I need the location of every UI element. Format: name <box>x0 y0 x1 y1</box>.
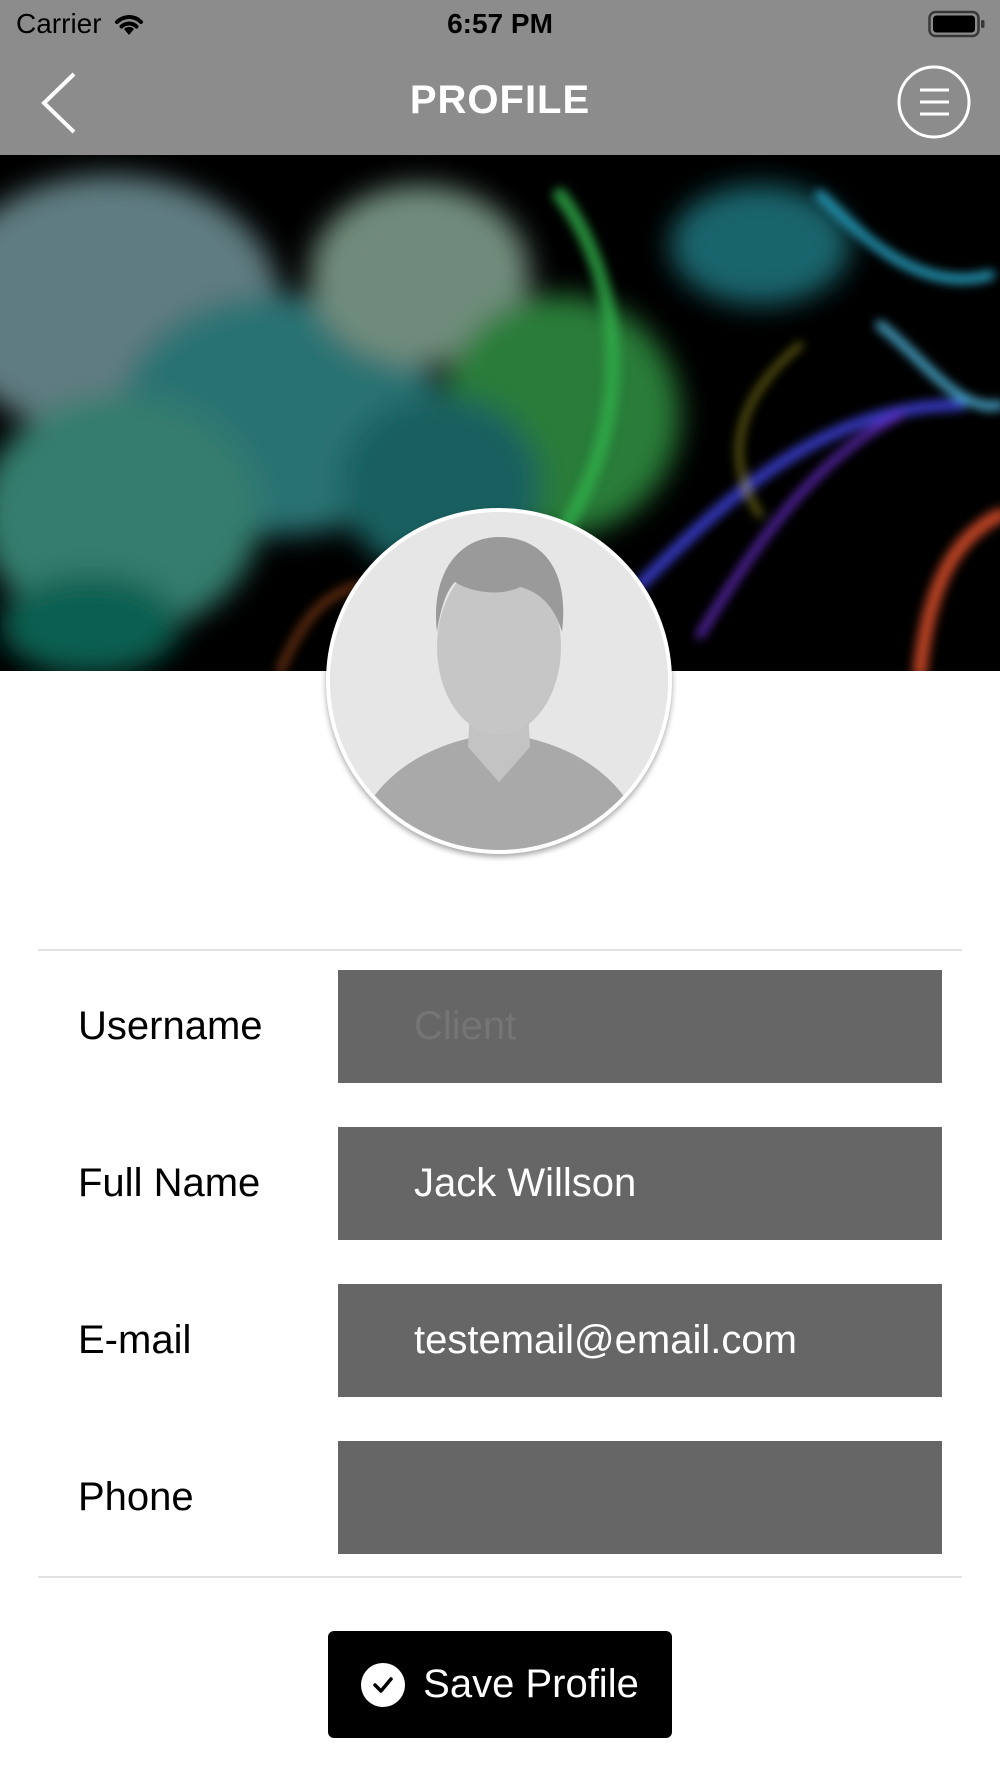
username-input[interactable] <box>338 970 942 1083</box>
top-bar: Carrier 6:57 PM PROFILE <box>0 0 1000 155</box>
hamburger-menu-icon[interactable] <box>896 64 972 140</box>
email-label: E-mail <box>78 1318 192 1362</box>
email-input[interactable]: testemail@email.com <box>338 1284 942 1397</box>
default-user-avatar-icon <box>330 512 668 850</box>
form-bottom-divider <box>38 1576 962 1578</box>
profile-screen: Carrier 6:57 PM PROFILE Username Client … <box>0 0 1000 1778</box>
username-label: Username <box>78 1004 263 1048</box>
status-time: 6:57 PM <box>447 8 553 39</box>
full-name-label: Full Name <box>78 1161 261 1205</box>
checkmark-icon <box>361 1662 406 1707</box>
status-bar: Carrier 6:57 PM <box>0 0 1000 50</box>
avatar[interactable] <box>326 508 672 854</box>
battery-icon <box>928 10 985 38</box>
full-name-value: Jack Willson <box>414 1161 637 1205</box>
form-top-divider <box>38 949 962 951</box>
page-title: PROFILE <box>409 78 591 122</box>
navigation-bar: PROFILE <box>0 50 1000 155</box>
phone-input[interactable] <box>338 1441 942 1554</box>
full-name-input[interactable]: Jack Willson <box>338 1127 942 1240</box>
email-value: testemail@email.com <box>414 1318 797 1362</box>
save-profile-button[interactable]: Save Profile <box>328 1631 672 1738</box>
phone-label: Phone <box>78 1475 194 1519</box>
save-profile-label: Save Profile <box>423 1662 639 1706</box>
